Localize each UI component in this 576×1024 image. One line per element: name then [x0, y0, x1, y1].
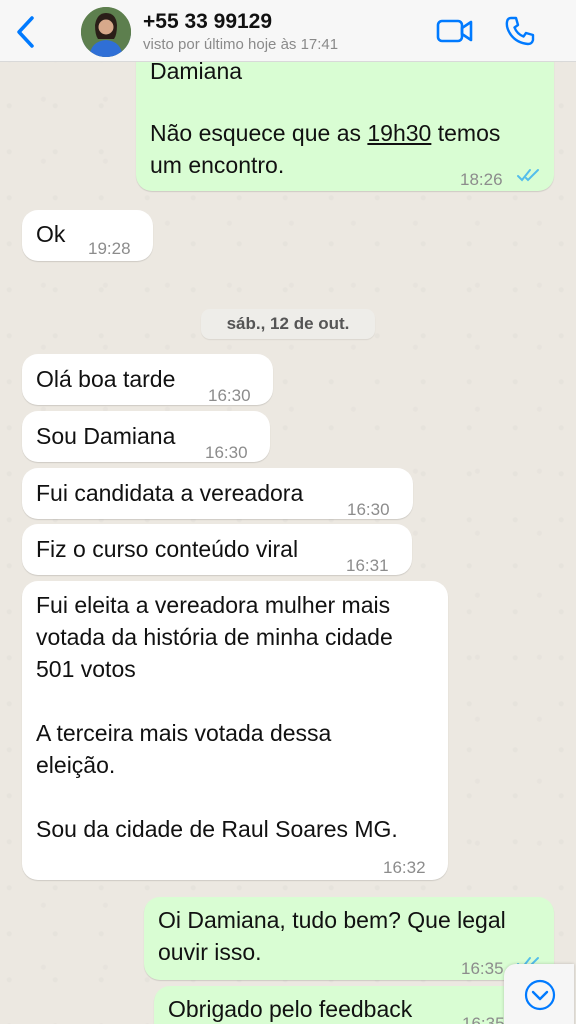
video-camera-icon	[436, 19, 473, 43]
message-outgoing[interactable]: Damiana Não esquece que as 19h30 temos u…	[136, 40, 554, 191]
voice-call-button[interactable]	[503, 14, 537, 48]
chevron-down-circle-icon	[524, 979, 556, 1011]
message-text: Oi Damiana, tudo bem? Que legal	[158, 907, 506, 933]
message-incoming[interactable]: Fui eleita a vereadora mulher mais votad…	[22, 581, 448, 880]
message-time: 16:31	[346, 556, 389, 575]
message-text: Sou Damiana	[36, 423, 176, 449]
message-incoming[interactable]: Olá boa tarde 16:30	[22, 354, 273, 405]
message-time: 19:28	[88, 239, 131, 258]
message-text: Fiz o curso conteúdo viral	[36, 536, 299, 562]
avatar[interactable]	[81, 7, 131, 57]
message-text: Não esquece que as 19h30 temos	[150, 120, 501, 146]
phone-icon	[505, 16, 535, 46]
message-incoming[interactable]: Ok 19:28	[22, 210, 153, 261]
chat-header: +55 33 99129 visto por último hoje às 17…	[0, 0, 576, 62]
message-text: 501 votos	[36, 656, 136, 682]
message-time: 16:30	[208, 386, 251, 405]
message-time: 16:30	[347, 500, 390, 519]
message-text: ouvir isso.	[158, 939, 262, 965]
message-text: Sou da cidade de Raul Soares MG.	[36, 816, 398, 842]
message-text: Fui eleita a vereadora mulher mais	[36, 592, 391, 618]
message-time: 16:35	[462, 1014, 505, 1024]
message-incoming[interactable]: Fui candidata a vereadora 16:30	[22, 468, 413, 519]
avatar-photo	[81, 7, 131, 57]
message-text: eleição.	[36, 752, 116, 778]
message-text: Olá boa tarde	[36, 366, 176, 392]
last-seen-status: visto por último hoje às 17:41	[143, 36, 339, 53]
message-time: 16:30	[205, 443, 248, 462]
message-outgoing[interactable]: Oi Damiana, tudo bem? Que legal ouvir is…	[144, 897, 554, 980]
message-text: Obrigado pelo feedback	[168, 996, 413, 1022]
message-text: um encontro.	[150, 152, 285, 178]
message-time: 16:32	[383, 858, 426, 877]
message-incoming[interactable]: Fiz o curso conteúdo viral 16:31	[22, 524, 412, 575]
message-outgoing[interactable]: Obrigado pelo feedback 16:35	[154, 986, 554, 1024]
time-link[interactable]: 19h30	[367, 120, 431, 146]
double-check-icon	[517, 169, 539, 182]
chevron-left-icon	[17, 16, 34, 48]
message-time: 16:35	[461, 959, 504, 978]
message-text: A terceira mais votada dessa	[36, 720, 332, 746]
message-text: votada da história de minha cidade	[36, 624, 393, 650]
message-incoming[interactable]: Sou Damiana 16:30	[22, 411, 270, 462]
back-button[interactable]	[10, 12, 42, 52]
date-separator: sáb., 12 de out.	[201, 309, 375, 339]
scroll-to-bottom-button[interactable]	[504, 964, 574, 1024]
message-text: Ok	[36, 221, 66, 247]
message-time: 18:26	[460, 170, 503, 189]
message-text: Fui candidata a vereadora	[36, 480, 304, 506]
contact-name[interactable]: +55 33 99129	[143, 10, 272, 34]
video-call-button[interactable]	[436, 16, 474, 46]
